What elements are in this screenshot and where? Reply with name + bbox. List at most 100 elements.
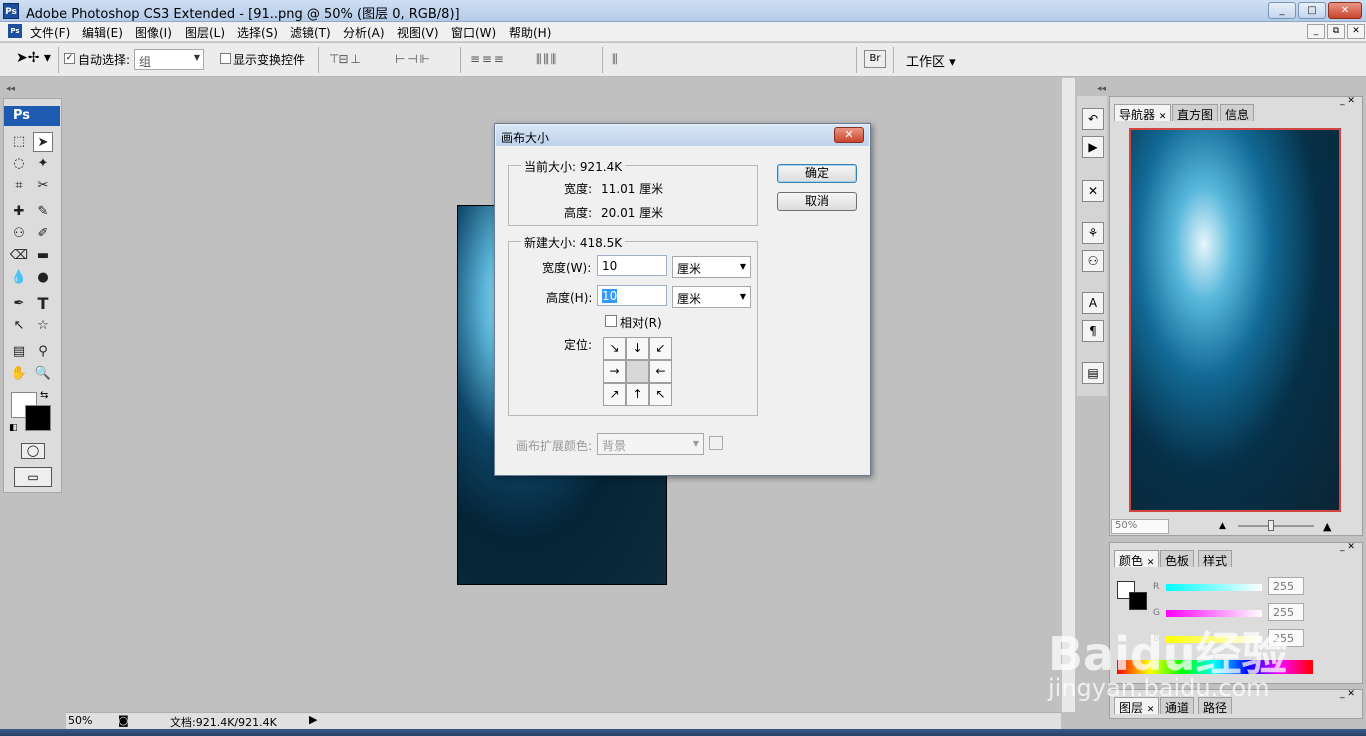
quick-mask-icon[interactable]: ◯: [21, 443, 45, 459]
pen-tool-icon[interactable]: ✒: [9, 294, 29, 314]
collapse-panel-icon[interactable]: ◂◂: [6, 84, 15, 94]
character-panel-icon[interactable]: A: [1082, 292, 1104, 314]
marquee-tool-icon[interactable]: ⬚: [9, 132, 29, 152]
tab-color[interactable]: 颜色 ✕: [1114, 550, 1160, 568]
tab-styles[interactable]: 样式: [1198, 550, 1233, 568]
color-bg-swatch[interactable]: [1129, 592, 1147, 610]
paragraph-panel-icon[interactable]: ¶: [1082, 320, 1104, 342]
status-icon[interactable]: ◙: [118, 714, 129, 727]
minimize-button[interactable]: _: [1268, 2, 1296, 19]
align-centers-icons[interactable]: ⊢ ⊣ ⊩: [395, 52, 430, 66]
tab-swatches[interactable]: 色板: [1160, 550, 1195, 568]
menu-edit[interactable]: 编辑(E): [82, 24, 123, 41]
show-transform-checkbox[interactable]: [220, 53, 231, 64]
menu-image[interactable]: 图像(I): [135, 24, 172, 41]
anchor-top-right[interactable]: ↙: [649, 337, 672, 360]
status-menu-arrow-icon[interactable]: ▶: [309, 713, 317, 726]
history-brush-tool-icon[interactable]: ✐: [33, 224, 53, 244]
distribute-vertical-icons[interactable]: ≡ ≡ ≡: [470, 52, 504, 66]
healing-brush-tool-icon[interactable]: ✚: [9, 202, 29, 222]
workspace-menu[interactable]: 工作区 ▾: [906, 51, 956, 70]
brush-tool-icon[interactable]: ✎: [33, 202, 53, 222]
default-colors-icon[interactable]: ◧: [9, 423, 18, 433]
document-icon[interactable]: Ps: [8, 24, 22, 38]
menu-layer[interactable]: 图层(L): [185, 24, 225, 41]
slice-tool-icon[interactable]: ✂: [33, 176, 53, 196]
menu-analysis[interactable]: 分析(A): [343, 24, 385, 41]
move-tool-icon[interactable]: ➤: [33, 132, 53, 152]
lasso-tool-icon[interactable]: ◌: [9, 154, 29, 174]
layer-comps-icon[interactable]: ▤: [1082, 362, 1104, 384]
cancel-button[interactable]: 取消: [777, 192, 857, 211]
height-unit-select[interactable]: 厘米 ▼: [672, 286, 751, 308]
dialog-close-button[interactable]: ✕: [834, 127, 864, 143]
tab-navigator[interactable]: 导航器 ✕: [1114, 104, 1172, 122]
anchor-top[interactable]: ↓: [626, 337, 649, 360]
close-icon[interactable]: ✕: [1147, 705, 1155, 715]
zoom-slider-thumb[interactable]: [1268, 520, 1274, 531]
zoom-out-icon[interactable]: ▲: [1219, 521, 1226, 531]
doc-close-button[interactable]: ✕: [1347, 24, 1365, 39]
width-unit-select[interactable]: 厘米 ▼: [672, 256, 751, 278]
auto-align-icon[interactable]: ⫼: [612, 52, 617, 67]
navigator-zoom-field[interactable]: 50%: [1111, 519, 1169, 534]
anchor-bottom-right[interactable]: ↖: [649, 383, 672, 406]
ok-button[interactable]: 确定: [777, 164, 857, 183]
tab-info[interactable]: 信息: [1220, 104, 1255, 122]
brushes-panel-icon[interactable]: ⚘: [1082, 222, 1104, 244]
width-input[interactable]: 10: [597, 255, 667, 276]
path-selection-tool-icon[interactable]: ↖: [9, 316, 29, 336]
clone-stamp-tool-icon[interactable]: ⚇: [9, 224, 29, 244]
move-tool-preset-icon[interactable]: ➤✢ ▾: [16, 50, 51, 66]
anchor-left[interactable]: →: [603, 360, 626, 383]
auto-select-checkbox[interactable]: ✓: [64, 53, 75, 64]
anchor-bottom-left[interactable]: ↗: [603, 383, 626, 406]
g-slider[interactable]: [1166, 610, 1262, 617]
relative-checkbox[interactable]: [605, 315, 617, 327]
height-input[interactable]: 10: [597, 285, 667, 306]
doc-minimize-button[interactable]: _: [1307, 24, 1325, 39]
swap-colors-icon[interactable]: ⇆: [40, 390, 48, 401]
actions-panel-icon[interactable]: ▶: [1082, 136, 1104, 158]
menu-window[interactable]: 窗口(W): [451, 24, 496, 41]
maximize-button[interactable]: □: [1298, 2, 1326, 19]
gradient-tool-icon[interactable]: ▬: [33, 246, 53, 266]
hand-tool-icon[interactable]: ✋: [9, 364, 29, 384]
tool-presets-icon[interactable]: ✕: [1082, 180, 1104, 202]
auto-select-dropdown[interactable]: 组 ▼: [134, 49, 204, 70]
close-icon[interactable]: ✕: [1159, 112, 1167, 122]
eyedropper-tool-icon[interactable]: ⚲: [33, 342, 53, 362]
type-tool-icon[interactable]: T: [33, 294, 53, 314]
custom-shape-tool-icon[interactable]: ☆: [33, 316, 53, 336]
dodge-tool-icon[interactable]: ●: [33, 268, 53, 288]
zoom-in-icon[interactable]: ▲: [1323, 520, 1331, 533]
panel-menu-icon[interactable]: _ ✕: [1340, 542, 1355, 552]
close-window-button[interactable]: ✕: [1328, 2, 1362, 19]
menu-file[interactable]: 文件(F): [30, 24, 70, 41]
zoom-slider[interactable]: [1238, 525, 1314, 527]
vertical-scrollbar[interactable]: [1061, 78, 1075, 712]
navigator-thumbnail[interactable]: [1129, 128, 1341, 512]
clone-source-icon[interactable]: ⚇: [1082, 250, 1104, 272]
align-edges-icons[interactable]: ⊤⊟ ⊥: [329, 52, 361, 66]
dialog-title-bar[interactable]: [496, 125, 869, 146]
tab-histogram[interactable]: 直方图: [1172, 104, 1219, 122]
r-value-field[interactable]: 255: [1268, 577, 1304, 595]
collapse-dock-icon[interactable]: ◂◂: [1097, 84, 1106, 94]
zoom-tool-icon[interactable]: 🔍: [33, 364, 53, 384]
zoom-level[interactable]: 50%: [68, 714, 92, 727]
doc-restore-button[interactable]: ⧉: [1327, 24, 1345, 39]
bridge-icon[interactable]: Br: [864, 50, 886, 68]
eraser-tool-icon[interactable]: ⌫: [9, 246, 29, 266]
menu-help[interactable]: 帮助(H): [509, 24, 551, 41]
notes-tool-icon[interactable]: ▤: [9, 342, 29, 362]
close-icon[interactable]: ✕: [1147, 558, 1155, 568]
panel-menu-icon[interactable]: _ ✕: [1340, 96, 1355, 106]
anchor-right[interactable]: ←: [649, 360, 672, 383]
blur-tool-icon[interactable]: 💧: [9, 268, 29, 288]
screen-mode-icon[interactable]: ▭: [14, 467, 52, 487]
crop-tool-icon[interactable]: ⌗: [9, 176, 29, 196]
distribute-horizontal-icons[interactable]: ⫼ ⫼ ⫼: [536, 52, 556, 67]
r-slider[interactable]: [1166, 584, 1262, 591]
history-panel-icon[interactable]: ↶: [1082, 108, 1104, 130]
